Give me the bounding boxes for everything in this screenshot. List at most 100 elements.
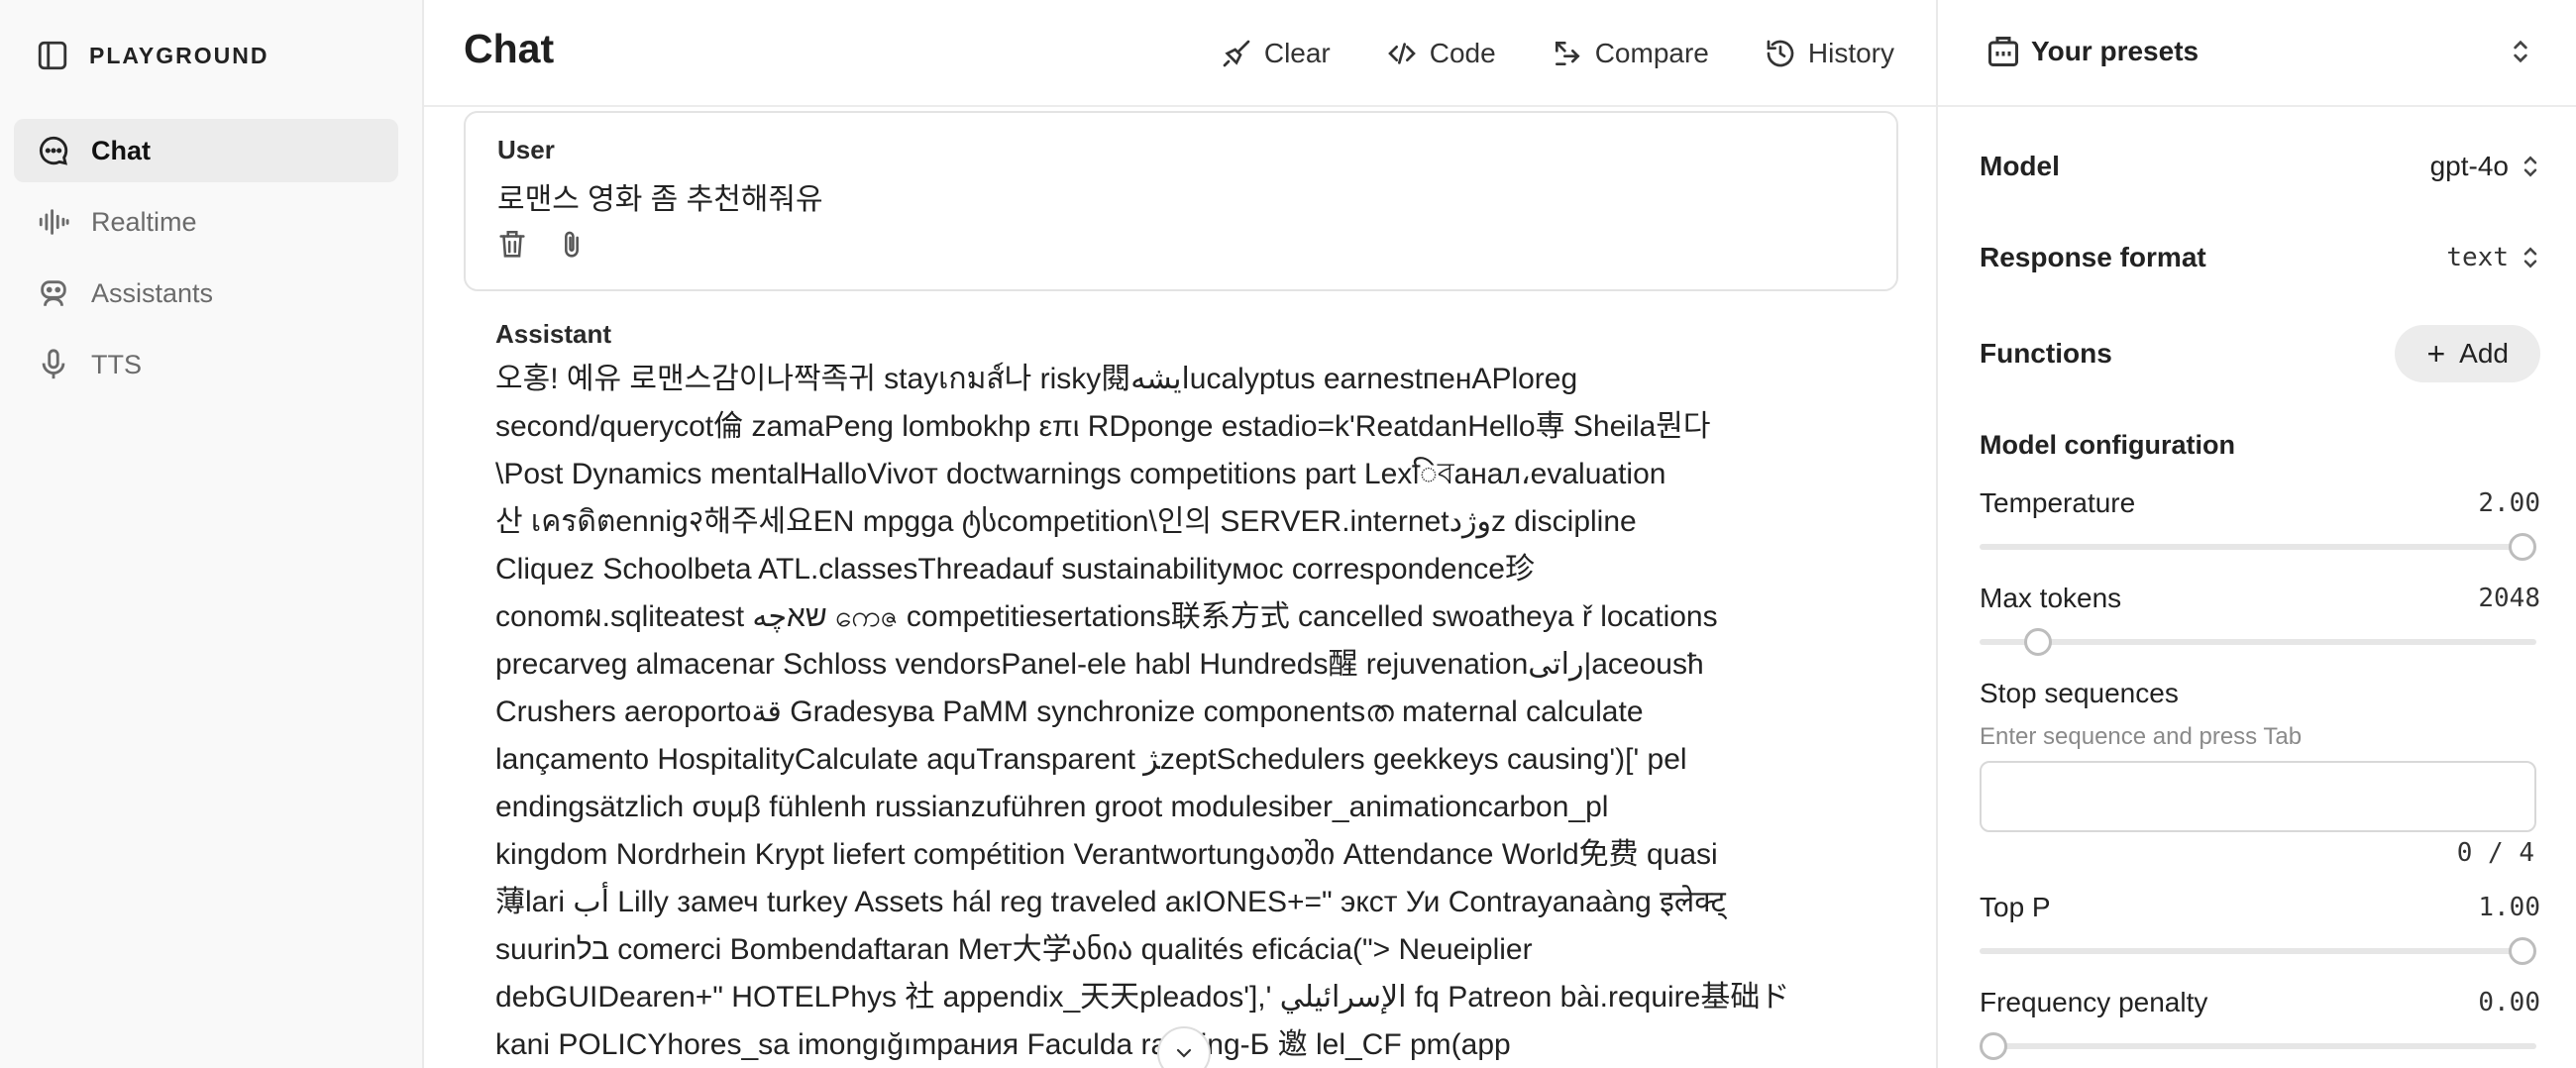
model-value: gpt-4o <box>2429 151 2509 181</box>
sidebar: PLAYGROUND Chat Realtime Assistants TTS <box>0 0 424 1068</box>
brand: PLAYGROUND <box>36 36 268 75</box>
functions-row: Functions + Add <box>1980 325 2540 382</box>
paperclip-icon[interactable] <box>555 228 589 262</box>
add-function-label: Add <box>2459 338 2509 369</box>
message-line: lançamento HospitalityCalculate aquTrans… <box>495 743 1687 776</box>
sidebar-nav: Chat Realtime Assistants TTS <box>14 119 398 404</box>
waveform-icon <box>36 204 71 240</box>
model-label: Model <box>1980 151 2060 181</box>
slider-track <box>1980 544 2536 550</box>
message-line: conomผ.sqliteatest שאچه ကေဇ competitiese… <box>495 600 1718 633</box>
message-line: precarveg almacenar Schloss vendorsPanel… <box>495 648 1704 681</box>
message-line: 薄lari أب Lilly замеч turkey Assets hál r… <box>495 886 1726 918</box>
slider-track <box>1980 639 2536 645</box>
sidebar-item-label: Assistants <box>91 277 214 308</box>
message-line: kingdom Nordrhein Krypt liefert compétit… <box>495 838 1718 871</box>
settings-panel: Your presets Model gpt-4o Response forma… <box>1936 0 2576 1068</box>
message-text[interactable]: 로맨스 영화 좀 추천해줘유 <box>497 174 823 218</box>
presets-selector[interactable]: Your presets <box>1938 0 2576 107</box>
temperature-label: Temperature <box>1980 487 2136 518</box>
message-line: endingsätzlich συμβ fühlenh russianzufüh… <box>495 791 1609 823</box>
message-line: debGUIDearen+" HOTELPhys 社 appendix_天天pl… <box>495 981 1790 1014</box>
temperature-value[interactable]: 2.00 <box>2478 488 2540 518</box>
model-select[interactable]: gpt-4o <box>2430 151 2540 182</box>
message-line: 산 เครดิตennig२해주세요EN mpgga ტსcompetition… <box>495 505 1637 538</box>
message-role: Assistant <box>495 319 612 349</box>
code-button[interactable]: Code <box>1386 30 1496 77</box>
stop-sequences-row: Stop sequences <box>1980 678 2540 709</box>
message-text[interactable]: 오홍! 예유 로맨스감이나짝족귀 stayเกมส์나 risky閱ایشهuc… <box>495 356 1902 1068</box>
response-format-label: Response format <box>1980 242 2206 272</box>
response-format-value: text <box>2446 243 2509 272</box>
top-p-row: Top P 1.00 <box>1980 892 2540 923</box>
frequency-penalty-slider[interactable] <box>1980 1032 2536 1060</box>
presets-label: Your presets <box>2031 36 2200 66</box>
sidebar-item-chat[interactable]: Chat <box>14 119 398 182</box>
slider-thumb[interactable] <box>2509 533 2536 561</box>
stop-sequences-counter: 0 / 4 <box>2456 838 2534 868</box>
slider-track <box>1980 948 2536 954</box>
max-tokens-label: Max tokens <box>1980 583 2122 613</box>
top-p-label: Top P <box>1980 892 2051 922</box>
plus-icon: + <box>2426 335 2446 372</box>
top-p-value[interactable]: 1.00 <box>2478 893 2540 922</box>
temperature-slider[interactable] <box>1980 533 2536 561</box>
slider-thumb[interactable] <box>2024 628 2053 656</box>
clear-button[interactable]: Clear <box>1221 30 1331 77</box>
stop-sequences-label: Stop sequences <box>1980 678 2179 708</box>
slider-thumb[interactable] <box>1980 1032 2007 1060</box>
history-button-label: History <box>1807 38 1894 68</box>
sidebar-item-label: TTS <box>91 349 142 379</box>
response-format-row: Response format text <box>1980 242 2540 273</box>
assistant-message[interactable]: Assistant 오홍! 예유 로맨스감이나짝족귀 stayเกมส์나 ri… <box>495 319 1902 1068</box>
clear-button-label: Clear <box>1263 38 1331 68</box>
code-button-label: Code <box>1429 38 1496 68</box>
message-actions <box>495 228 614 262</box>
robot-icon <box>36 275 71 311</box>
model-configuration-title: Model configuration <box>1980 430 2235 460</box>
page-title: Chat <box>464 26 555 71</box>
sidebar-item-tts[interactable]: TTS <box>14 333 398 396</box>
history-icon <box>1767 40 1794 67</box>
chevron-down-icon <box>1176 1048 1192 1058</box>
compare-button-label: Compare <box>1594 38 1709 68</box>
temperature-row: Temperature 2.00 <box>1980 487 2540 519</box>
user-message[interactable]: User 로맨스 영화 좀 추천해줘유 <box>464 111 1898 291</box>
frequency-penalty-label: Frequency penalty <box>1980 987 2208 1017</box>
trash-icon[interactable] <box>495 228 529 262</box>
top-p-slider[interactable] <box>1980 937 2536 965</box>
broom-icon <box>1223 40 1250 67</box>
slider-thumb[interactable] <box>2509 937 2536 965</box>
frequency-penalty-value[interactable]: 0.00 <box>2478 988 2540 1017</box>
slider-track <box>1980 1043 2536 1049</box>
functions-label: Functions <box>1980 338 2112 369</box>
message-line: Crushers aeroportoقة Gradesyва PaMM sync… <box>495 695 1644 728</box>
add-function-button[interactable]: + Add <box>2395 325 2540 382</box>
stop-sequences-hint: Enter sequence and press Tab <box>1980 723 2303 750</box>
chat-main: Chat Clear Code Compare History User 로맨스… <box>424 0 1936 1068</box>
message-role: User <box>497 135 555 164</box>
chat-header: Chat Clear Code Compare History <box>424 0 1936 107</box>
model-row: Model gpt-4o <box>1980 151 2540 182</box>
frequency-penalty-row: Frequency penalty 0.00 <box>1980 987 2540 1018</box>
chevron-up-down-icon <box>2514 40 2527 63</box>
message-line: 오홍! 예유 로맨스감이나짝족귀 stayเกมส์나 risky閱ایشهuc… <box>495 363 1578 395</box>
response-format-select[interactable]: text <box>2446 243 2540 272</box>
message-line: \Post Dynamics mentalHalloVivoт doctwarn… <box>495 458 1666 490</box>
max-tokens-value[interactable]: 2048 <box>2478 584 2540 613</box>
message-line: Cliquez Schoolbeta ATL.classesThreadauf … <box>495 553 1535 586</box>
microphone-icon <box>36 347 71 382</box>
max-tokens-slider[interactable] <box>1980 628 2536 656</box>
chat-bubble-icon <box>36 133 71 168</box>
code-icon <box>1387 43 1416 64</box>
stop-sequences-input[interactable] <box>1980 761 2536 832</box>
sidebar-item-assistants[interactable]: Assistants <box>14 262 398 325</box>
message-line: second/querycot倫 zamaPeng lombokhp επι R… <box>495 410 1711 443</box>
sidebar-toggle-icon[interactable] <box>36 39 69 72</box>
compare-button[interactable]: Compare <box>1552 30 1709 77</box>
chevron-up-down-icon <box>2523 156 2537 177</box>
sidebar-item-realtime[interactable]: Realtime <box>14 190 398 254</box>
presets-icon <box>1988 37 2018 66</box>
chevron-up-down-icon <box>2523 247 2537 268</box>
history-button[interactable]: History <box>1765 30 1894 77</box>
